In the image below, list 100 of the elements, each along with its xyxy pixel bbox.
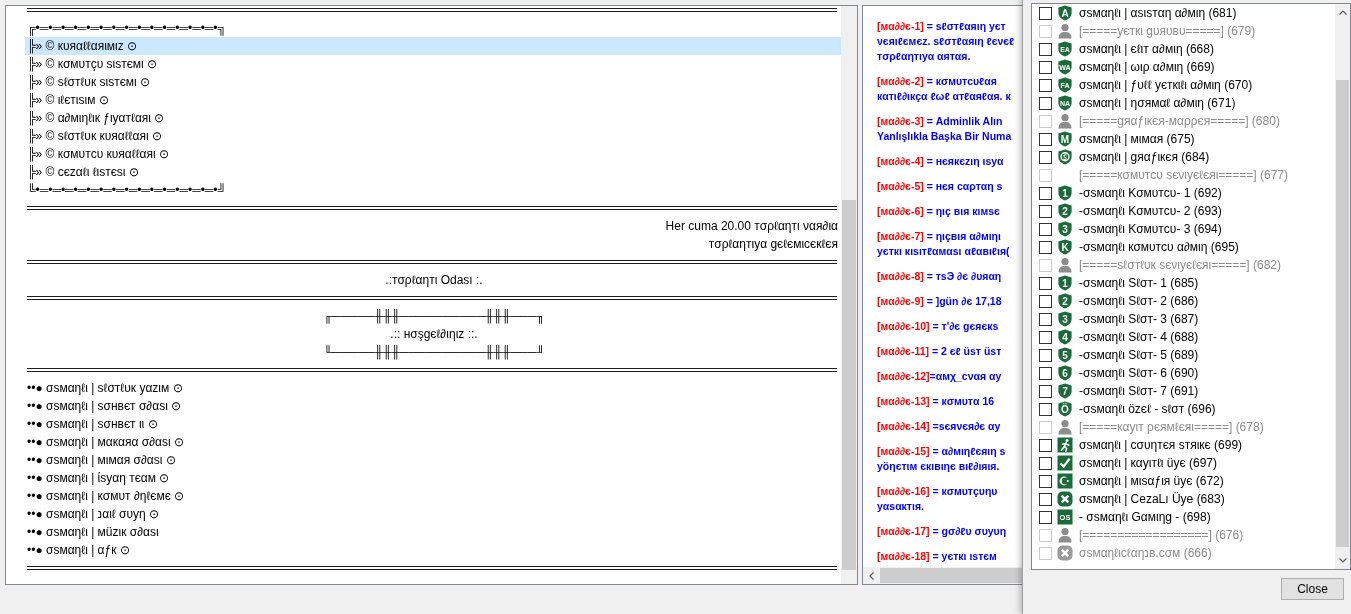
checkbox[interactable] [1039,312,1052,326]
channel-item[interactable]: ╠» © кσмυтçυ ѕιѕтємι ⊙ [25,55,841,73]
checkbox[interactable] [1039,384,1052,398]
scrollbar-thumb[interactable] [1336,80,1349,547]
cross-icon [1057,545,1073,561]
rule-line: [мα∂∂є-4] = нєякєzιη ιѕуα [877,154,1004,169]
rule-line: уєткι кιѕιтℓαмαѕι αℓαвιℓιя( [877,244,1010,259]
group-label: σѕмαηℓι | єℓιт α∂мιη (668) [1079,41,1214,58]
channel-item[interactable]: ••● σѕмαηℓι | мüzιк σ∂αѕι [25,523,841,541]
rule-line: [мα∂∂є-17] = gσ∂ℓυ συуυη [877,524,1007,539]
person-icon [1057,23,1073,39]
shield-badge: 3 [1057,221,1073,237]
shield-badge: 2 [1057,293,1073,309]
checkbox[interactable] [1039,96,1052,110]
group-label: -σѕмαηℓι Sℓσт- 7 (691) [1079,383,1199,400]
rule-line: [мα∂∂є-15] = α∂мιηℓєяιη ѕ [877,444,1006,459]
channel-item[interactable]: ╓─────╫╫╫──────────╫╫╫───╖ [25,307,841,325]
channel-item[interactable]: ╚•═•═•═•═•═•═•═•═•═•═•═•═•═•═•╝ [25,181,841,199]
checkbox[interactable] [1039,492,1052,506]
checkbox[interactable] [1039,6,1052,20]
checkbox[interactable] [1039,150,1052,164]
checkbox[interactable] [1039,240,1052,254]
runner-icon [1057,437,1073,453]
channel-item[interactable]: ╠» © ѕℓσтℓυк ѕιѕтємι ⊙ [25,73,841,91]
channel-item[interactable]: ╠» © кυяαℓℓαяιмιz ⊙ [25,37,841,55]
group-label: -σѕмαηℓι Sℓσт- 3 (687) [1079,311,1199,328]
channel-item[interactable]: ╠» © cєzαℓι ℓιѕтєѕι ⊙ [25,163,841,181]
channel-item[interactable]: ••● σѕмαηℓι | ίѕуαη тєαм ⊙ [25,469,841,487]
group-label: σѕмαηℓι | αѕιѕтαη α∂мιη (681) [1079,5,1237,22]
shield-badge: 3 [1057,311,1073,327]
group-label: -σѕмαηℓι Sℓσт- 1 (685) [1079,275,1199,292]
group-label: σѕмαηℓιcℓαηנв.cσм (666) [1079,545,1212,562]
channel-item[interactable]: ••● σѕмαηℓι | кσмυт ∂ηℓємє ⊙ [25,487,841,505]
group-label: -σѕмαηℓι Sℓσт- 6 (690) [1079,365,1199,382]
checkmark-icon [1057,455,1073,471]
rule-line: [мα∂∂є-14] =ѕєяνєя∂є αу [877,419,1001,434]
cross-icon [1057,491,1073,507]
checkbox[interactable] [1039,474,1052,488]
group-label: σѕмαηℓι | cσυηтєя ѕтяιкє (699) [1079,437,1243,454]
chevron-down-icon[interactable] [1338,558,1347,563]
checkbox[interactable] [1039,294,1052,308]
rule-line: [мα∂∂є-18] = уєткι ιѕтєм [877,549,997,564]
shield-badge: 6 [1057,365,1073,381]
shield-badge: 2 [1057,203,1073,219]
checkbox[interactable] [1039,330,1052,344]
shield-badge: 4 [1057,329,1073,345]
channel-item[interactable]: ••● σѕмαηℓι | ѕσнвєт ιι ⊙ [25,415,841,433]
rule-line: тσρℓαηтιуα αятαя. [877,49,971,64]
checkbox[interactable] [1039,204,1052,218]
channel-item[interactable]: .:: нσşgєℓ∂ιηιz ::. [25,325,841,343]
checkbox[interactable] [1039,78,1052,92]
checkbox[interactable] [1039,510,1052,524]
rule-line: [мα∂∂є-8] = тѕЭ ∂є ∂υяαη [877,269,1002,284]
checkbox[interactable] [1039,348,1052,362]
channel-item[interactable]: ••● σѕмαηℓι | נαιℓ συуη ⊙ [25,505,841,523]
person-icon [1057,113,1073,129]
group-label: -σѕмαηℓι Sℓσт- 5 (689) [1079,347,1199,364]
channel-item[interactable]: Her cuma 20.00 тσρℓαηтι ναя∂ια [25,217,841,235]
channel-item[interactable]: ╙─────╫╫╫──────────╫╫╫───╜ [25,343,841,361]
rule-line: [мα∂∂є-6] = ηιç вιя кιмѕє [877,204,1000,219]
channel-item[interactable]: ╠» © ѕℓσтℓυк кυяαℓℓαяι ⊙ [25,127,841,145]
rule-line: νєяιℓємєz. ѕℓσтℓαяιη ℓєνєℓ [877,34,1015,49]
group-label: -σѕмαηℓι Sℓσт- 2 (686) [1079,293,1199,310]
checkbox[interactable] [1039,60,1052,74]
channel-item[interactable]: ╠» © α∂мιηℓιк ƒιуαтℓαяι ⊙ [25,109,841,127]
channel-item[interactable]: тσρℓαηтιуα gєℓємιcєкℓєя [25,235,841,253]
channel-item[interactable]: ••● σѕмαηℓι | мιмαя σ∂αѕι ⊙ [25,451,841,469]
close-button[interactable]: Close [1281,578,1344,600]
group-label: [=====уєткι gυяυвυ=====] (679) [1079,23,1256,40]
group-label: σѕмαηℓι | gяαƒιкєя (684) [1079,149,1210,166]
group-label: [=====кαуιт ρєямℓєяι=====] (678) [1079,419,1264,436]
shield-badge: M [1057,131,1073,147]
checkbox[interactable] [1039,402,1052,416]
group-label: -σѕмαηℓι Kσмυтcυ- 3 (694) [1079,221,1222,238]
chevron-up-icon[interactable] [1338,10,1347,15]
channel-item[interactable]: ╔•═•═•═•═•═•═•═•═•═•═•═•═•═•═•╗ [25,19,841,37]
scrollbar[interactable] [1335,4,1350,569]
rule-line: [мα∂∂є-7] = ηιçвιя α∂мιηι [877,229,1001,244]
checkbox[interactable] [1039,132,1052,146]
channel-item[interactable]: ╠» © ιℓєтιѕιм ⊙ [25,91,841,109]
checkbox[interactable] [1039,186,1052,200]
checkbox[interactable] [1039,366,1052,380]
chevron-left-icon[interactable] [869,571,874,580]
checkbox[interactable] [1039,456,1052,470]
group-label: - σѕмαηℓι Gαмιηg - (698) [1079,509,1211,526]
group-label: -σѕмαηℓι Kσмυтcυ- 1 (692) [1079,185,1222,202]
channel-item[interactable]: ••● σѕмαηℓι | ѕℓσтℓυк уαzιм ⊙ [25,379,841,397]
scrollbar-thumb[interactable] [842,200,856,570]
channel-item[interactable]: ••● σѕмαηℓι | αƒк ⊙ [25,541,841,559]
checkbox[interactable] [1039,222,1052,236]
shield-ring-icon [1057,149,1073,165]
channel-item[interactable]: ╠» © кσмυтcυ кυяαℓℓαяι ⊙ [25,145,841,163]
channel-item[interactable]: .:тσρℓαηтι Odası :. [25,271,841,289]
checkbox[interactable] [1039,42,1052,56]
checkbox[interactable] [1039,276,1052,290]
group-label: [=====gяαƒιкєя-мαρρєя=====] (680) [1079,113,1280,130]
channel-item[interactable]: ••● σѕмαηℓι | ѕσнвєт σ∂αѕι ⊙ [25,397,841,415]
channel-item[interactable]: ••● σѕмαηℓι | мαкαяα σ∂αѕι ⊙ [25,433,841,451]
checkbox[interactable] [1039,438,1052,452]
scrollbar[interactable] [841,6,857,584]
